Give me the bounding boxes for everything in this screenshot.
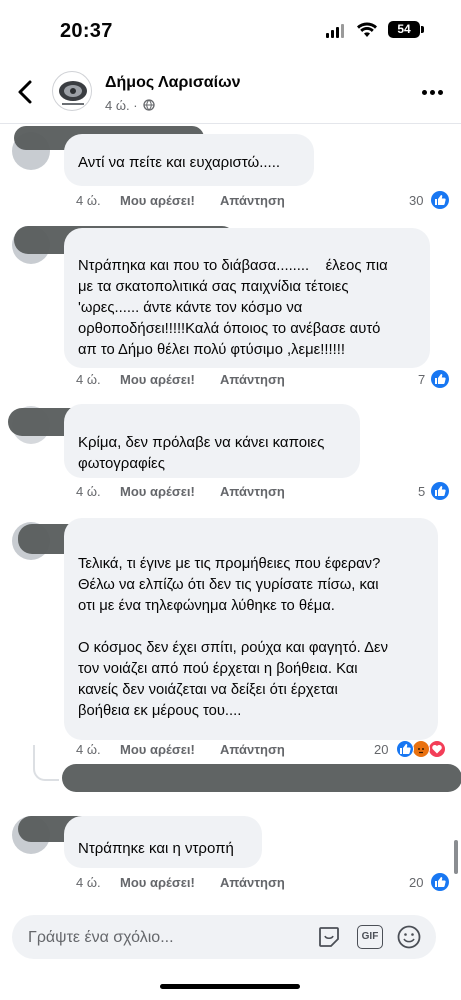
- reaction-count: 20: [374, 742, 389, 757]
- reply-button[interactable]: Απάντηση: [220, 372, 285, 387]
- sticker-icon[interactable]: [316, 924, 342, 950]
- page-avatar[interactable]: [52, 71, 92, 111]
- comment-1: Αντί να πείτε και ευχαριστώ..... 4 ώ. Μο…: [0, 124, 461, 214]
- comment-text: Ντράπηκα και που το διάβασα........ έλεο…: [78, 258, 388, 358]
- like-button[interactable]: Μου αρέσει!: [120, 484, 195, 499]
- cellular-signal-icon: [326, 24, 344, 38]
- like-button[interactable]: Μου αρέσει!: [120, 193, 195, 208]
- page-name[interactable]: Δήμος Λαρισαίων: [105, 74, 241, 92]
- reply-button[interactable]: Απάντηση: [220, 193, 285, 208]
- more-icon[interactable]: [422, 90, 444, 96]
- wifi-icon: [357, 22, 377, 37]
- comment-text: Τελικά, τι έγινε με τις προμήθειες που έ…: [78, 556, 388, 719]
- comment-2: Ντράπηκα και που το διάβασα........ έλεο…: [0, 224, 461, 394]
- reply-thread-line: [33, 745, 59, 781]
- reply-button[interactable]: Απάντηση: [220, 742, 285, 757]
- reply-button[interactable]: Απάντηση: [220, 484, 285, 499]
- love-icon: [428, 740, 446, 758]
- post-meta: 4 ώ. ·: [105, 98, 155, 113]
- comment-5: Ντράπηκε και η ντροπή 4 ώ. Μου αρέσει! Α…: [0, 810, 461, 900]
- comment-placeholder: Γράψτε ένα σχόλιο...: [28, 929, 174, 946]
- status-bar: 20:37 54: [0, 0, 461, 62]
- like-icon: [431, 191, 449, 209]
- comment-bubble[interactable]: Τελικά, τι έγινε με τις προμήθειες που έ…: [64, 518, 438, 740]
- battery-tip: [421, 26, 424, 33]
- like-icon: [431, 873, 449, 891]
- post-header: Δήμος Λαρισαίων 4 ώ. ·: [0, 62, 461, 124]
- post-time: 4 ώ. ·: [105, 98, 138, 113]
- gif-icon[interactable]: GIF: [357, 925, 383, 949]
- scroll-indicator[interactable]: [454, 840, 458, 874]
- reaction-count: 20: [409, 875, 424, 890]
- comment-text: Ντράπηκε και η ντροπή: [78, 840, 234, 857]
- like-icon: [431, 370, 449, 388]
- comment-bubble[interactable]: Κρίμα, δεν πρόλαβε να κάνει καποιες φωτο…: [64, 404, 360, 478]
- comment-text: Κρίμα, δεν πρόλαβε να κάνει καποιες φωτο…: [78, 434, 325, 472]
- reply-button[interactable]: Απάντηση: [220, 875, 285, 890]
- gif-label: GIF: [361, 931, 379, 942]
- comment-3: Κρίμα, δεν πρόλαβε να κάνει καποιες φωτο…: [0, 400, 461, 505]
- comment-time: 4 ώ.: [76, 742, 101, 757]
- like-button[interactable]: Μου αρέσει!: [120, 875, 195, 890]
- like-button[interactable]: Μου αρέσει!: [120, 742, 195, 757]
- comment-time: 4 ώ.: [76, 875, 101, 890]
- reaction-count: 7: [418, 372, 426, 387]
- comment-time: 4 ώ.: [76, 193, 101, 208]
- like-icon: [431, 482, 449, 500]
- comment-bubble[interactable]: Ντράπηκα και που το διάβασα........ έλεο…: [64, 228, 430, 368]
- comment-text: Αντί να πείτε και ευχαριστώ.....: [78, 154, 281, 171]
- comment-bubble[interactable]: Ντράπηκε και η ντροπή: [64, 816, 262, 868]
- comment-bubble[interactable]: Αντί να πείτε και ευχαριστώ.....: [64, 134, 314, 186]
- back-arrow-icon[interactable]: [12, 76, 40, 108]
- comment-4: Τελικά, τι έγινε με τις προμήθειες που έ…: [0, 512, 461, 802]
- like-icon: [396, 740, 414, 758]
- comment-time: 4 ώ.: [76, 372, 101, 387]
- reaction-count: 5: [418, 484, 426, 499]
- battery-icon: 54: [388, 21, 420, 38]
- like-button[interactable]: Μου αρέσει!: [120, 372, 195, 387]
- angry-icon: [412, 740, 430, 758]
- redacted-reply-preview[interactable]: [62, 764, 461, 792]
- reaction-count: 30: [409, 193, 424, 208]
- status-time: 20:37: [60, 20, 113, 42]
- comment-time: 4 ώ.: [76, 484, 101, 499]
- globe-icon: [143, 99, 155, 111]
- emoji-icon[interactable]: [396, 924, 422, 950]
- home-indicator[interactable]: [160, 984, 300, 989]
